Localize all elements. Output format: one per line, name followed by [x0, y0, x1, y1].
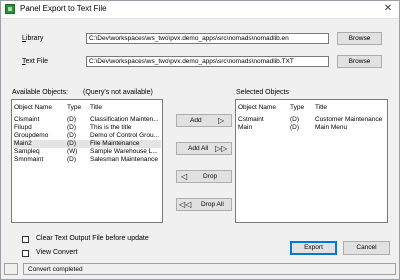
- status-bar-grip: [4, 263, 18, 275]
- col-header-object-name: Object Name: [14, 104, 52, 111]
- text-file-browse-button[interactable]: Browse: [337, 55, 382, 68]
- list-item[interactable]: Filupd (D) This is the title: [13, 124, 161, 132]
- double-arrow-left-icon: ◁◁: [179, 200, 192, 209]
- available-objects-list[interactable]: Object Name Type Title Clsmaint (D) Clas…: [11, 99, 163, 223]
- export-dialog: Panel Export to Text File ✕ Library C:\D…: [0, 0, 400, 280]
- drop-button-label: Drop: [203, 173, 218, 180]
- double-arrow-right-icon: ▷▷: [215, 144, 228, 153]
- list-item[interactable]: Sampleq (W) Sample Warehouse L...: [13, 148, 161, 156]
- list-item[interactable]: Main (D) Main Menu: [237, 124, 386, 132]
- list-item-selected[interactable]: Main2 (D) File Maintenance: [13, 140, 161, 148]
- library-field[interactable]: C:\Dev\workspaces\ws_two\pvx.demo_apps\s…: [86, 33, 329, 44]
- selected-objects-list[interactable]: Object Name Type Title Cstmaint (D) Cust…: [235, 99, 388, 223]
- arrow-left-icon: ◁: [181, 172, 188, 181]
- app-icon: [5, 4, 15, 14]
- list-item[interactable]: Clsmaint (D) Classification Mainten...: [13, 116, 161, 124]
- available-objects-note: (Query's not available): [83, 89, 153, 96]
- drop-button[interactable]: ◁ Drop: [176, 170, 232, 183]
- list-item[interactable]: Smnmaint (D) Salesman Maintenance: [13, 156, 161, 164]
- add-all-button-label: Add All: [188, 145, 209, 152]
- export-button[interactable]: Export: [290, 241, 337, 255]
- add-button[interactable]: Add ▷: [176, 114, 232, 127]
- selected-objects-label: Selected Objects: [236, 89, 289, 96]
- library-browse-button[interactable]: Browse: [337, 32, 382, 45]
- view-convert-label: View Convert: [36, 249, 78, 256]
- title-bar: Panel Export to Text File ✕: [1, 1, 399, 19]
- close-icon[interactable]: ✕: [381, 2, 395, 16]
- clear-text-output-checkbox[interactable]: [22, 236, 29, 243]
- arrow-right-icon: ▷: [218, 116, 225, 125]
- text-file-label: Text File: [22, 58, 49, 65]
- status-text: Convert completed: [28, 266, 83, 273]
- col-header-type: Type: [67, 104, 82, 111]
- col-header-title: Title: [90, 104, 103, 111]
- col-header-object-name: Object Name: [238, 104, 276, 111]
- col-header-type: Type: [290, 104, 305, 111]
- clear-text-output-label: Clear Text Output File before update: [36, 235, 149, 242]
- col-header-title: Title: [315, 104, 328, 111]
- available-objects-label: Available Objects:: [12, 89, 68, 96]
- text-file-field[interactable]: C:\Dev\workspaces\ws_two\pvx.demo_apps\s…: [86, 56, 329, 67]
- list-item[interactable]: Cstmaint (D) Customer Maintenance: [237, 116, 386, 124]
- library-label: Library: [22, 35, 44, 42]
- view-convert-checkbox[interactable]: [22, 250, 29, 257]
- drop-all-button[interactable]: ◁◁ Drop All: [176, 198, 232, 211]
- add-all-button[interactable]: Add All ▷▷: [176, 142, 232, 155]
- add-button-label: Add: [190, 117, 202, 124]
- window-title: Panel Export to Text File: [20, 4, 107, 13]
- drop-all-button-label: Drop All: [201, 201, 224, 208]
- status-bar: Convert completed: [23, 263, 396, 275]
- list-item[interactable]: Groupdemo (D) Demo of Control Grou...: [13, 132, 161, 140]
- cancel-button[interactable]: Cancel: [343, 241, 390, 255]
